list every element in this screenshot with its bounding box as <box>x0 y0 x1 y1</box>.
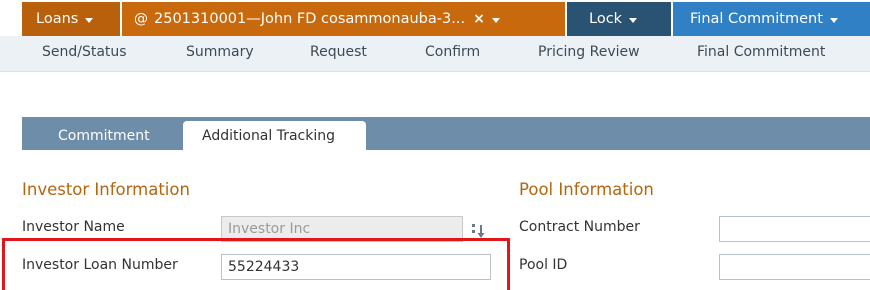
close-icon[interactable]: × <box>473 11 485 27</box>
subnav-request[interactable]: Request <box>310 44 367 60</box>
lock-menu-tab[interactable]: Lock <box>567 2 671 36</box>
loans-tab-label: Loans <box>36 11 79 27</box>
tab-additional-tracking-label: Additional Tracking <box>202 127 336 144</box>
final-commitment-tab-label: Final Commitment <box>690 11 823 27</box>
loan-file-label: 2501310001—John FD cosammonauba-3... <box>154 11 466 27</box>
subnav-send-status[interactable]: Send/Status <box>42 44 127 60</box>
top-tab-bar: Loans @ 2501310001—John FD cosammonauba-… <box>0 0 870 36</box>
investor-loan-number-label: Investor Loan Number <box>22 257 178 273</box>
tab-commitment[interactable]: Commitment <box>58 121 150 150</box>
chevron-down-icon <box>829 17 838 23</box>
subnav-confirm[interactable]: Confirm <box>425 44 480 60</box>
contract-number-label: Contract Number <box>519 219 640 235</box>
subnav-pricing-review[interactable]: Pricing Review <box>538 44 640 60</box>
chevron-down-icon[interactable] <box>491 17 500 23</box>
loan-file-tab[interactable]: @ 2501310001—John FD cosammonauba-3... × <box>122 2 565 36</box>
subnav-summary[interactable]: Summary <box>186 44 254 60</box>
subnav-final-commitment[interactable]: Final Commitment <box>697 44 825 60</box>
chevron-down-icon <box>629 17 638 23</box>
investor-information-title: Investor Information <box>22 180 190 199</box>
tab-commitment-label: Commitment <box>58 127 150 144</box>
sort-icon[interactable] <box>470 221 486 239</box>
investor-name-field <box>221 216 463 242</box>
chevron-down-icon <box>85 17 94 23</box>
pool-id-label: Pool ID <box>519 257 568 273</box>
tab-additional-tracking[interactable]: Additional Tracking <box>183 121 366 150</box>
loans-menu-tab[interactable]: Loans <box>22 2 120 36</box>
pool-id-input[interactable] <box>719 254 870 280</box>
at-sign-icon: @ <box>134 11 148 27</box>
final-commitment-menu-tab[interactable]: Final Commitment <box>673 2 870 36</box>
investor-name-label: Investor Name <box>22 219 125 235</box>
lock-tab-label: Lock <box>589 11 623 27</box>
investor-loan-number-input[interactable] <box>221 254 491 280</box>
contract-number-input[interactable] <box>719 216 870 242</box>
pool-information-title: Pool Information <box>519 180 654 199</box>
